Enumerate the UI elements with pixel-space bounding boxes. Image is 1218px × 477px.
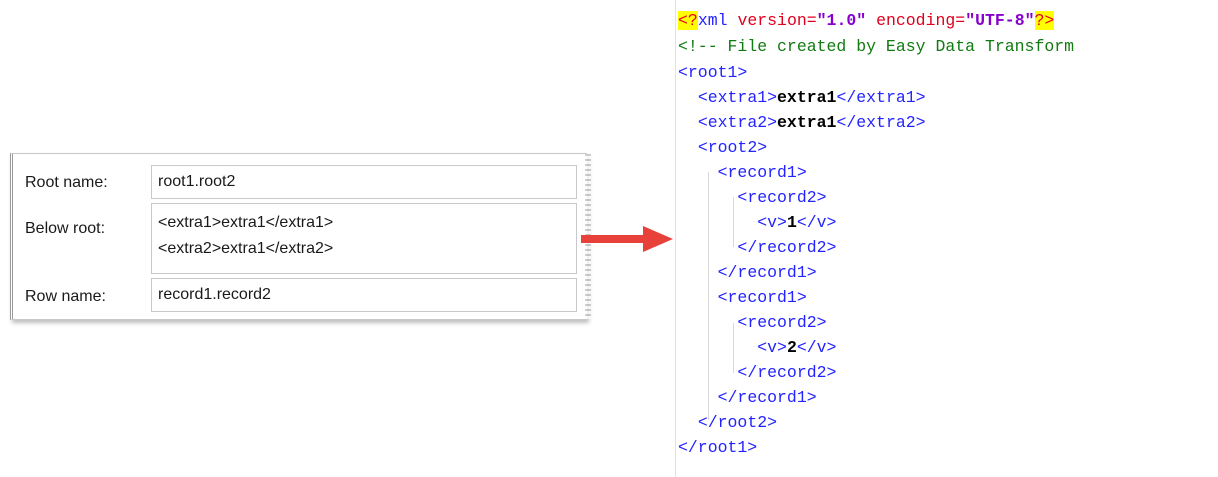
xml-line: <root2> — [697, 138, 768, 157]
xml-line: <extra1>extra1</extra1> — [697, 88, 926, 107]
xml-line: <extra2>extra1</extra2> — [697, 113, 926, 132]
below-root-line: <extra2>extra1</extra2> — [158, 240, 334, 257]
xml-line: <record1> — [717, 288, 807, 307]
xml-line: <record2> — [737, 313, 827, 332]
xml-comment: <!-- File created by Easy Data Transform — [678, 37, 1075, 56]
xml-line: </record2> — [737, 363, 837, 382]
xml-declaration: <?xml version="1.0" encoding="UTF-8"?> — [678, 11, 1055, 30]
root-name-label: Root name: — [25, 174, 108, 191]
row-name-label: Row name: — [25, 288, 106, 305]
root-name-input[interactable]: root1.root2 — [151, 165, 577, 199]
xml-line: </record1> — [717, 263, 817, 282]
below-root-line: <extra1>extra1</extra1> — [158, 214, 334, 231]
right-arrow-icon — [581, 226, 673, 252]
xml-line: <root1> — [678, 63, 748, 82]
xml-line: <record1> — [717, 163, 807, 182]
xml-line: <v>2</v> — [757, 338, 837, 357]
xml-line: <v>1</v> — [757, 213, 837, 232]
xml-line: </record1> — [717, 388, 817, 407]
below-root-textarea[interactable]: <extra1>extra1</extra1> <extra2>extra1</… — [151, 203, 577, 274]
xml-line: </record2> — [737, 238, 837, 257]
xml-line: <record2> — [737, 188, 827, 207]
arrow-shaft — [581, 235, 647, 243]
xml-line: </root1> — [678, 438, 758, 457]
below-root-label: Below root: — [25, 220, 106, 237]
xml-preview-pane: <?xml version="1.0" encoding="UTF-8"?> <… — [675, 0, 1218, 477]
xml-line: </root2> — [697, 413, 778, 432]
xml-output-settings-panel: Root name: root1.root2 Below root: <extr… — [10, 153, 591, 320]
row-name-input[interactable]: record1.record2 — [151, 278, 577, 312]
arrow-head — [643, 226, 673, 252]
